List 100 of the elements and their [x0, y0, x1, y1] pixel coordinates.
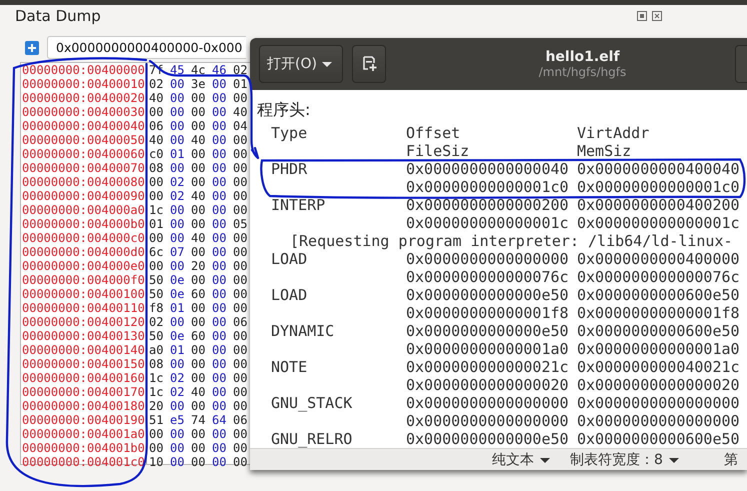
address-cell: 00000000:004000a0 [21, 203, 145, 217]
text-line: 0x000000000000021c [406, 358, 570, 376]
address-cell: 00000000:00400110 [21, 301, 145, 315]
hex-byte: 00 [212, 385, 228, 399]
hex-byte: 08 [149, 357, 164, 371]
address-cell: 00000000:004000b0 [21, 217, 145, 231]
hex-byte: 20 [191, 259, 206, 273]
hex-byte: 00 [233, 245, 248, 259]
text-line: 0x0000000000000e50 [406, 286, 570, 304]
hex-byte: 00 [170, 441, 186, 455]
restore-icon[interactable] [636, 10, 648, 22]
text-line: 0x00000000000001f8 [406, 304, 570, 322]
text-line: 0x0000000000600e50 [577, 286, 740, 304]
text-line: 0x0000000000600e50 [577, 430, 740, 448]
hex-byte: 00 [170, 161, 186, 175]
text-line: 0x00000000000001c0 [406, 178, 570, 196]
hex-byte: 01 [170, 343, 186, 357]
hex-byte: 46 [212, 63, 228, 77]
hex-byte: 60 [191, 287, 206, 301]
hex-byte: 3e [191, 77, 206, 91]
hex-byte: 00 [149, 175, 164, 189]
hex-byte: 00 [170, 105, 186, 119]
hex-byte: 00 [149, 427, 164, 441]
hex-byte: 01 [170, 301, 186, 315]
tab-width-menu[interactable]: 制表符宽度：8 [570, 451, 724, 469]
hex-byte: 00 [233, 427, 248, 441]
hex-byte: 00 [170, 315, 186, 329]
hex-byte: 00 [170, 203, 186, 217]
address-cell: 00000000:00400030 [21, 105, 145, 119]
hex-byte: 00 [233, 231, 248, 245]
hex-byte: e5 [170, 413, 186, 427]
text-line: MemSiz [577, 142, 632, 160]
hex-byte: 00 [212, 455, 228, 469]
syntax-menu[interactable]: 纯文本 [492, 451, 570, 469]
hex-byte: 40 [233, 105, 248, 119]
hex-byte: 00 [191, 371, 206, 385]
hex-byte: 40 [191, 231, 206, 245]
hex-byte: 02 [170, 175, 186, 189]
address-cell: 00000000:00400150 [21, 357, 145, 371]
hex-byte: 00 [233, 441, 248, 455]
address-cell: 00000000:00400020 [21, 91, 145, 105]
hex-byte: 00 [191, 343, 206, 357]
window-title: Data Dump [15, 7, 101, 25]
open-button[interactable]: 打开(O) [259, 45, 343, 83]
hex-byte: 1c [149, 371, 164, 385]
text-line: 0x00000000000001f8 [577, 304, 740, 322]
hex-byte: 74 [191, 413, 206, 427]
hex-byte: 00 [233, 175, 248, 189]
hex-byte: c0 [149, 147, 164, 161]
text-line: 0x000000000040021c [577, 358, 740, 376]
address-cell: 00000000:00400070 [21, 161, 145, 175]
caret-icon [668, 458, 679, 462]
hex-byte: 00 [191, 91, 206, 105]
close-icon[interactable] [651, 10, 663, 22]
add-icon[interactable] [25, 40, 39, 54]
hex-byte: 00 [149, 259, 164, 273]
hex-byte: 00 [233, 203, 248, 217]
hex-byte: 00 [170, 357, 186, 371]
hex-byte: 06 [149, 119, 164, 133]
hex-byte: 00 [212, 161, 228, 175]
hex-byte: 51 [149, 413, 164, 427]
hex-byte: 00 [191, 217, 206, 231]
hex-byte: 64 [212, 413, 228, 427]
hex-byte: 07 [170, 245, 186, 259]
document-plus-icon [360, 55, 378, 73]
text-line: 0x0000000000000000 [406, 250, 570, 268]
hex-byte: 00 [191, 105, 206, 119]
new-document-button[interactable] [352, 45, 386, 83]
hex-byte: 00 [212, 91, 228, 105]
hex-byte: f8 [149, 301, 164, 315]
range-field[interactable]: 0x0000000000400000-0x000 [47, 36, 246, 59]
hex-byte: 00 [233, 91, 248, 105]
hex-byte: 00 [170, 217, 186, 231]
caret-icon [322, 62, 332, 66]
text-line: FileSiz [406, 142, 470, 160]
text-line: Offset [406, 124, 462, 142]
hex-byte: 00 [212, 217, 228, 231]
cursor-position[interactable]: 第 [724, 451, 738, 469]
text-line: 0x000000000000076c [406, 268, 570, 286]
hex-byte: 00 [170, 427, 186, 441]
hex-byte: 00 [191, 119, 206, 133]
address-cell: 00000000:00400120 [21, 315, 145, 329]
hex-byte: 40 [191, 189, 206, 203]
hex-byte: 00 [191, 147, 206, 161]
hex-byte: 00 [191, 301, 206, 315]
hex-byte: 00 [212, 175, 228, 189]
hex-byte: 00 [149, 441, 164, 455]
address-cell: 00000000:00400180 [21, 399, 145, 413]
text-line: 0x00000000000001c0 [577, 178, 740, 196]
hex-byte: 40 [191, 385, 206, 399]
text-line: 0x0000000000000e50 [406, 430, 570, 448]
hex-byte: 00 [191, 441, 206, 455]
address-cell: 00000000:00400130 [21, 329, 145, 343]
address-cell: 00000000:00400000 [21, 63, 145, 77]
hex-byte: 00 [212, 245, 228, 259]
hex-byte: 00 [212, 287, 228, 301]
hex-byte: 02 [170, 385, 186, 399]
hex-byte: 1c [149, 385, 164, 399]
address-cell: 00000000:00400170 [21, 385, 145, 399]
hex-byte: 00 [191, 399, 206, 413]
